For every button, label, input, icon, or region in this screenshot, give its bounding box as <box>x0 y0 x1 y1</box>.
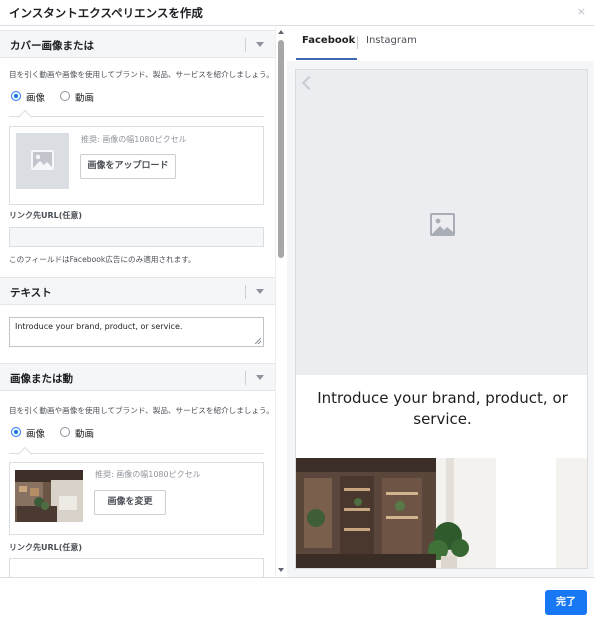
radio-video-label[interactable]: 動画 <box>75 426 94 440</box>
image-url-label: リンク先URL(任意) <box>9 543 83 552</box>
change-image-button[interactable]: 画像を変更 <box>94 490 166 515</box>
facebook-only-note: このフィールドはFacebook広告にのみ適用されます。 <box>9 255 196 264</box>
text-section-title: テキスト <box>10 287 52 299</box>
upload-image-button[interactable]: 画像をアップロード <box>80 154 176 179</box>
image-placeholder-thumb <box>16 133 69 189</box>
image-section-title: 画像または動 <box>10 373 73 385</box>
divider <box>9 116 264 117</box>
resize-handle-icon[interactable] <box>255 338 261 344</box>
cover-section-title: カバー画像または <box>10 40 94 52</box>
instant-experience-dialog: インスタントエクスペリエンスを作成 × カバー画像または 目を引く動画や画像を使… <box>0 0 594 620</box>
image-placeholder-icon <box>430 213 455 236</box>
radio-image-label[interactable]: 画像 <box>26 90 45 104</box>
image-upload-box: 推奨: 画像の幅1080ピクセル 画像を変更 <box>9 462 264 535</box>
cover-media-type: 画像 動画 <box>11 90 131 104</box>
image-section-header[interactable]: 画像または動 <box>0 363 275 391</box>
tab-facebook[interactable]: Facebook <box>302 35 355 46</box>
scroll-up-arrow-icon[interactable] <box>278 30 284 34</box>
radio-video-label[interactable]: 動画 <box>75 90 94 104</box>
preview-text: Introduce your brand, product, or servic… <box>317 389 568 428</box>
radio-image[interactable] <box>11 91 21 101</box>
uploaded-image-thumb <box>15 470 83 522</box>
done-button[interactable]: 完了 <box>545 590 587 615</box>
chevron-down-icon[interactable] <box>256 42 264 47</box>
header-divider <box>245 285 246 299</box>
divider <box>9 453 264 454</box>
radio-image-label[interactable]: 画像 <box>26 426 45 440</box>
dialog-title: インスタントエクスペリエンスを作成 <box>9 6 203 20</box>
scroll-down-arrow-icon[interactable] <box>278 568 284 572</box>
dialog-footer: 完了 <box>0 577 594 620</box>
radio-image[interactable] <box>11 427 21 437</box>
chevron-down-icon[interactable] <box>256 375 264 380</box>
pointer-notch <box>17 109 33 125</box>
preview-photo <box>296 458 587 568</box>
recommendation-text: 推奨: 画像の幅1080ピクセル <box>95 470 201 479</box>
recommendation-text: 推奨: 画像の幅1080ピクセル <box>81 135 187 144</box>
tab-divider <box>357 36 358 49</box>
radio-video[interactable] <box>60 91 70 101</box>
cover-help-text: 目を引く動画や画像を使用してブランド、製品、サービスを紹介しましょう。 <box>9 70 274 79</box>
dialog-header: インスタントエクスペリエンスを作成 × <box>0 0 594 26</box>
active-tab-indicator <box>296 58 357 60</box>
preview-tabs: Facebook Instagram <box>287 27 594 61</box>
image-help-text: 目を引く動画や画像を使用してブランド、製品、サービスを紹介しましょう。 <box>9 406 274 415</box>
image-placeholder-icon <box>31 150 54 170</box>
header-divider <box>245 38 246 52</box>
image-url-input[interactable] <box>9 558 264 577</box>
back-chevron-icon[interactable] <box>301 75 317 91</box>
cover-section-header[interactable]: カバー画像または <box>0 30 275 58</box>
text-input-value: Introduce your brand, product, or servic… <box>15 322 183 331</box>
chevron-down-icon[interactable] <box>256 289 264 294</box>
text-input[interactable]: Introduce your brand, product, or servic… <box>9 317 264 347</box>
cover-url-input[interactable] <box>9 227 264 247</box>
editor-panel: カバー画像または 目を引く動画や画像を使用してブランド、製品、サービスを紹介しま… <box>0 27 275 577</box>
pointer-notch <box>17 446 33 462</box>
tab-instagram[interactable]: Instagram <box>366 35 417 46</box>
phone-preview: Introduce your brand, product, or servic… <box>295 69 588 569</box>
editor-scrollbar[interactable] <box>275 27 286 577</box>
radio-video[interactable] <box>60 427 70 437</box>
close-icon[interactable]: × <box>577 5 586 19</box>
preview-cover-placeholder <box>296 70 587 375</box>
cover-url-label: リンク先URL(任意) <box>9 211 83 220</box>
image-media-type: 画像 動画 <box>11 426 131 440</box>
header-divider <box>245 371 246 385</box>
preview-panel: Facebook Instagram Introduce your brand,… <box>287 27 594 577</box>
cover-upload-box: 推奨: 画像の幅1080ピクセル 画像をアップロード <box>9 126 264 205</box>
text-section-header[interactable]: テキスト <box>0 277 275 305</box>
scrollbar-thumb[interactable] <box>278 40 284 258</box>
